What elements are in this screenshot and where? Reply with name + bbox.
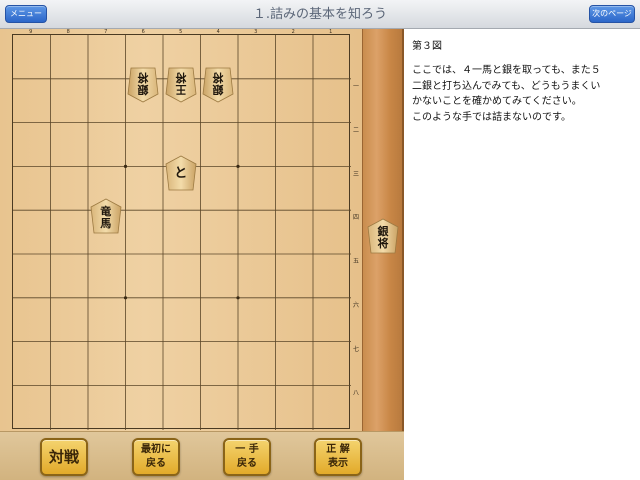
piece-glyph: 銀 bbox=[377, 225, 389, 238]
piece-glyph: 銀 bbox=[212, 82, 224, 96]
menu-button[interactable]: メニュー bbox=[5, 5, 47, 23]
piece-glyph: 将 bbox=[212, 70, 224, 84]
show-answer-line1: 正 解 bbox=[326, 444, 350, 455]
next-page-button[interactable]: 次のページ bbox=[589, 5, 635, 23]
piece-glyph: 王 bbox=[175, 82, 187, 96]
gote-silver-6a-piece[interactable]: 銀将 bbox=[127, 67, 159, 103]
battle-button-label: 対戦 bbox=[48, 448, 79, 466]
rank-label: 七 bbox=[352, 345, 359, 353]
explanation-line: ここでは、４一馬と銀を取っても、また５ bbox=[412, 65, 601, 76]
gote-king-5a-piece[interactable]: 王将 bbox=[165, 67, 197, 103]
rank-label: 二 bbox=[352, 126, 359, 134]
back-to-start-button[interactable]: 最初に 戻る bbox=[132, 438, 180, 476]
navigation-bar: １.詰みの基本を知ろう メニュー 次のページ bbox=[0, 0, 640, 29]
battle-button[interactable]: 対戦 bbox=[40, 438, 88, 476]
star-point bbox=[236, 164, 240, 168]
explanation-line: このような手では詰まないのです。 bbox=[412, 111, 571, 123]
page-title: １.詰みの基本を知ろう bbox=[252, 7, 388, 22]
hand-silver-piece[interactable]: 銀将 bbox=[367, 218, 399, 254]
piece-glyph: 将 bbox=[175, 70, 187, 84]
piece-glyph: と bbox=[174, 165, 188, 181]
explanation-panel: 第３図 ここでは、４一馬と銀を取っても、また５ 二銀と打ち込んでみても、どうもう… bbox=[406, 29, 640, 480]
explanation-line: 二銀と打ち込んでみても、どうもうまくい bbox=[412, 80, 601, 92]
star-point bbox=[123, 164, 128, 168]
piece-glyph: 将 bbox=[137, 70, 149, 84]
sente-promoted-bishop-7d-piece[interactable]: 竜馬 bbox=[90, 198, 122, 234]
piece-glyph: 竜 bbox=[100, 205, 112, 219]
figure-title: 第３図 bbox=[412, 41, 442, 52]
explanation-text: ここでは、４一馬と銀を取っても、また５ 二銀と打ち込んでみても、どうもうまくい … bbox=[412, 63, 638, 125]
undo-move-line1: 一 手 bbox=[235, 444, 259, 455]
undo-move-button[interactable]: 一 手 戻る bbox=[223, 438, 271, 476]
rank-label: 六 bbox=[352, 301, 359, 309]
back-to-start-line1: 最初に bbox=[141, 444, 171, 455]
star-point bbox=[236, 296, 240, 300]
show-answer-line2: 表示 bbox=[328, 458, 348, 469]
star-point bbox=[123, 296, 128, 300]
piece-glyph: 将 bbox=[377, 237, 389, 250]
back-to-start-line2: 戻る bbox=[146, 458, 166, 469]
rank-label: 四 bbox=[352, 214, 359, 222]
gote-silver-4a-piece[interactable]: 銀将 bbox=[202, 67, 234, 103]
bottom-toolbar: 対戦 最初に 戻る 一 手 戻る 正 解 表示 bbox=[0, 431, 404, 480]
explanation-line: かないことを確かめてみてください。 bbox=[412, 96, 582, 107]
sente-tokin-5c-piece[interactable]: と bbox=[165, 155, 197, 191]
rank-label: 五 bbox=[352, 258, 359, 266]
undo-move-line2: 戻る bbox=[237, 458, 257, 469]
show-answer-button[interactable]: 正 解 表示 bbox=[314, 438, 362, 476]
piece-glyph: 馬 bbox=[100, 217, 112, 231]
rank-label: 八 bbox=[352, 389, 359, 397]
rank-label: 三 bbox=[352, 170, 359, 178]
rank-label: 一 bbox=[352, 82, 359, 90]
piece-glyph: 銀 bbox=[137, 82, 149, 96]
